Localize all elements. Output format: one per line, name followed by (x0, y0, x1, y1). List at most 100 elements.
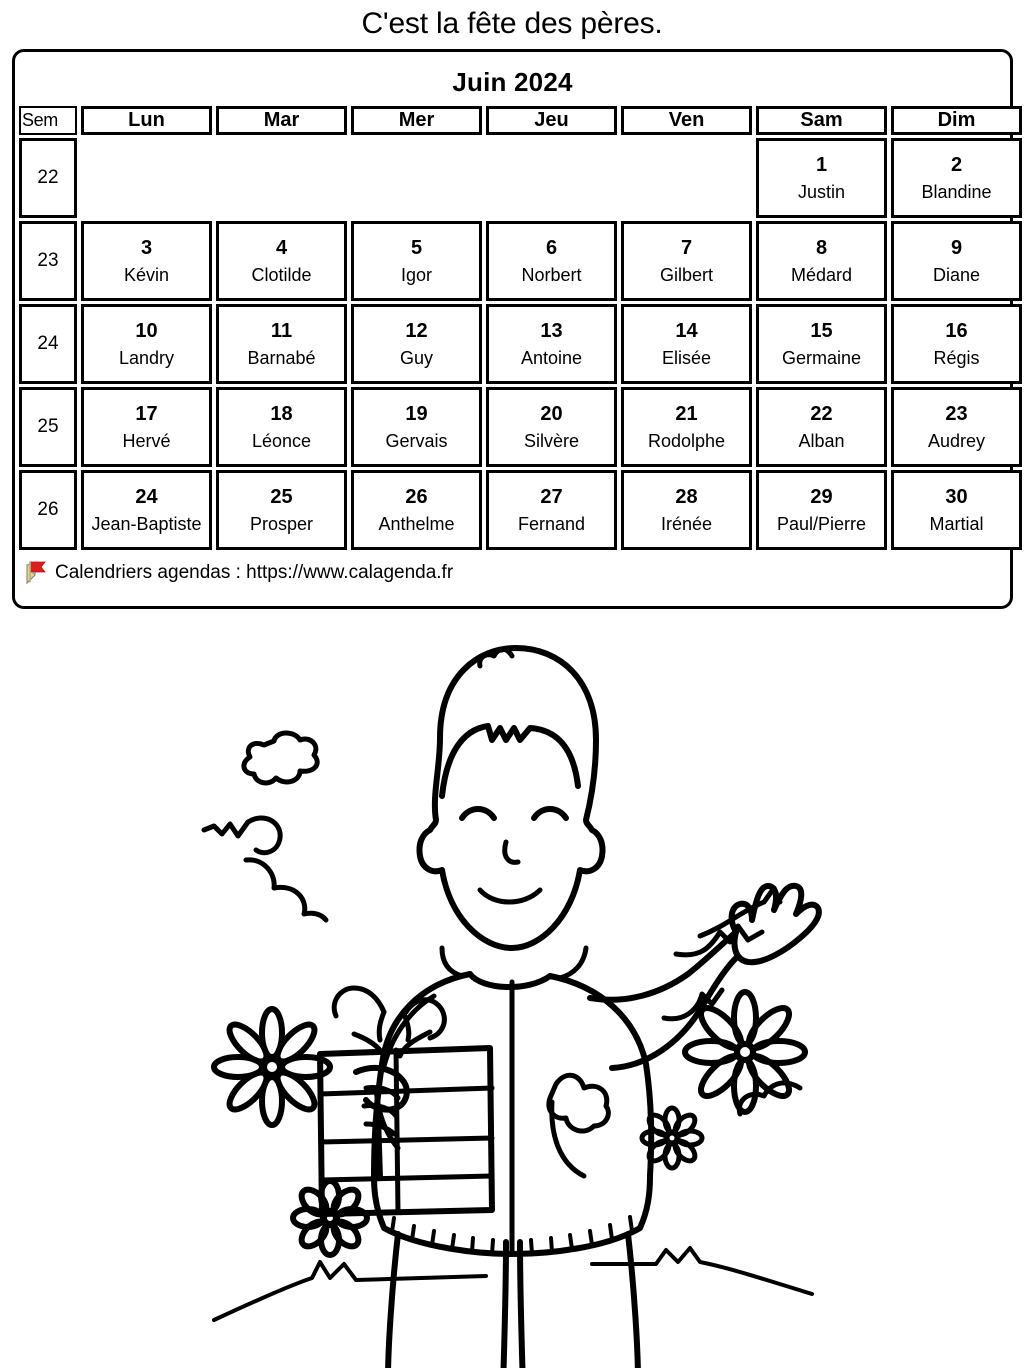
day-saint-name: Elisée (661, 348, 712, 368)
pocket-edge (549, 1099, 587, 1179)
day-number: 24 (135, 485, 158, 508)
bow-loop-left (331, 985, 387, 1019)
day-header-dim: Dim (891, 106, 1022, 135)
day-number: 9 (950, 236, 963, 259)
day-number: 10 (135, 319, 158, 342)
day-number: 18 (270, 402, 293, 425)
day-saint-name: Prosper (249, 514, 314, 534)
day-cell[interactable]: 26 Anthelme (351, 470, 482, 550)
day-saint-name: Anthelme (378, 514, 455, 534)
calendar-footer: Calendriers agendas : https://www.calage… (15, 555, 1010, 585)
day-cell[interactable]: 8 Médard (756, 221, 887, 301)
day-saint-name: Paul/Pierre (776, 514, 867, 534)
day-saint-name: Blandine (921, 182, 992, 202)
day-saint-name: Régis (933, 348, 980, 368)
ground-line-right (590, 1246, 814, 1296)
week-number-cell: 26 (19, 470, 77, 550)
day-saint-name: Jean-Baptiste (91, 514, 202, 534)
bow-knot-left (376, 1009, 387, 1043)
day-saint-name: Barnabé (247, 348, 316, 368)
day-cell[interactable]: 9 Diane (891, 221, 1022, 301)
day-cell[interactable]: 22 Alban (756, 387, 887, 467)
gift-box-ribbon-h2 (318, 1135, 495, 1145)
day-saint-name: Diane (932, 265, 981, 285)
day-cell[interactable]: 28 Irénée (621, 470, 752, 550)
day-cell[interactable]: 1 Justin (756, 138, 887, 218)
calendar-body: 22 1 Justin 2 Blandine 23 3 Kévin 4 Clot… (19, 138, 1022, 550)
day-number: 11 (270, 319, 293, 342)
week-number-cell: 23 (19, 221, 77, 301)
day-number: 5 (410, 236, 423, 259)
day-number: 19 (405, 402, 428, 425)
ground-line-left (212, 1260, 488, 1322)
right-leg-outer (625, 1231, 641, 1368)
flower-daisy-left (211, 1006, 333, 1128)
calendar-week-row: 24 10 Landry 11 Barnabé 12 Guy 13 Antoin… (19, 304, 1022, 384)
day-saint-name: Fernand (517, 514, 586, 534)
day-saint-name: Igor (400, 265, 433, 285)
day-saint-name: Landry (118, 348, 175, 368)
right-eye (531, 806, 569, 821)
day-cell[interactable]: 15 Germaine (756, 304, 887, 384)
day-saint-name: Antoine (520, 348, 583, 368)
week-number-cell: 22 (19, 138, 77, 218)
calendar-week-row: 25 17 Hervé 18 Léonce 19 Gervais 20 Silv… (19, 387, 1022, 467)
week-number-cell: 24 (19, 304, 77, 384)
collar-left (439, 945, 465, 979)
calendar-table: Sem Lun Mar Mer Jeu Ven Sam Dim 22 1 Jus… (15, 103, 1024, 553)
day-saint-name: Léonce (251, 431, 312, 451)
day-cell[interactable]: 27 Fernand (486, 470, 617, 550)
day-cell[interactable]: 12 Guy (351, 304, 482, 384)
day-cell[interactable]: 23 Audrey (891, 387, 1022, 467)
day-cell[interactable]: 5 Igor (351, 221, 482, 301)
day-number: 22 (810, 402, 833, 425)
bush-right-lower (661, 987, 725, 1022)
day-saint-name: Audrey (927, 431, 986, 451)
page-title: C'est la fête des pères. (361, 7, 663, 40)
day-cell[interactable]: 7 Gilbert (621, 221, 752, 301)
day-cell[interactable]: 3 Kévin (81, 221, 212, 301)
day-cell[interactable]: 2 Blandine (891, 138, 1022, 218)
illustration-svg (201, 645, 822, 1368)
day-number: 29 (810, 485, 833, 508)
month-title: Juin 2024 (452, 67, 573, 97)
day-cell[interactable]: 29 Paul/Pierre (756, 470, 887, 550)
day-cell[interactable]: 17 Hervé (81, 387, 212, 467)
day-saint-name: Irénée (660, 514, 713, 534)
day-number: 7 (680, 236, 693, 259)
day-cell[interactable]: 19 Gervais (351, 387, 482, 467)
day-cell[interactable]: 14 Elisée (621, 304, 752, 384)
day-cell[interactable]: 16 Régis (891, 304, 1022, 384)
day-cell-empty (486, 138, 617, 218)
day-number: 20 (540, 402, 563, 425)
day-number: 25 (270, 485, 293, 508)
day-cell-empty (351, 138, 482, 218)
day-cell[interactable]: 30 Martial (891, 470, 1022, 550)
day-cell[interactable]: 18 Léonce (216, 387, 347, 467)
day-saint-name: Rodolphe (647, 431, 726, 451)
day-cell[interactable]: 10 Landry (81, 304, 212, 384)
day-header-sam: Sam (756, 106, 887, 135)
day-number: 17 (135, 402, 158, 425)
day-header-ven: Ven (621, 106, 752, 135)
day-cell[interactable]: 4 Clotilde (216, 221, 347, 301)
inseam-left (500, 1239, 509, 1368)
left-leg-outer (385, 1231, 401, 1368)
day-saint-name: Hervé (122, 431, 171, 451)
day-saint-name: Norbert (521, 265, 582, 285)
day-number: 23 (945, 402, 968, 425)
day-cell[interactable]: 11 Barnabé (216, 304, 347, 384)
calendar-footer-link[interactable]: Calendriers agendas : https://www.calage… (55, 562, 453, 584)
day-cell[interactable]: 6 Norbert (486, 221, 617, 301)
day-cell-empty (81, 138, 212, 218)
day-cell[interactable]: 24 Jean-Baptiste (81, 470, 212, 550)
day-saint-name: Gervais (385, 431, 448, 451)
day-cell[interactable]: 13 Antoine (486, 304, 617, 384)
day-cell[interactable]: 25 Prosper (216, 470, 347, 550)
illustration-coloring-boy-with-gift (0, 618, 1024, 1368)
day-cell[interactable]: 21 Rodolphe (621, 387, 752, 467)
day-cell[interactable]: 20 Silvère (486, 387, 617, 467)
left-eye (459, 806, 497, 821)
flower-small-left (290, 1178, 370, 1258)
day-cell-empty (621, 138, 752, 218)
